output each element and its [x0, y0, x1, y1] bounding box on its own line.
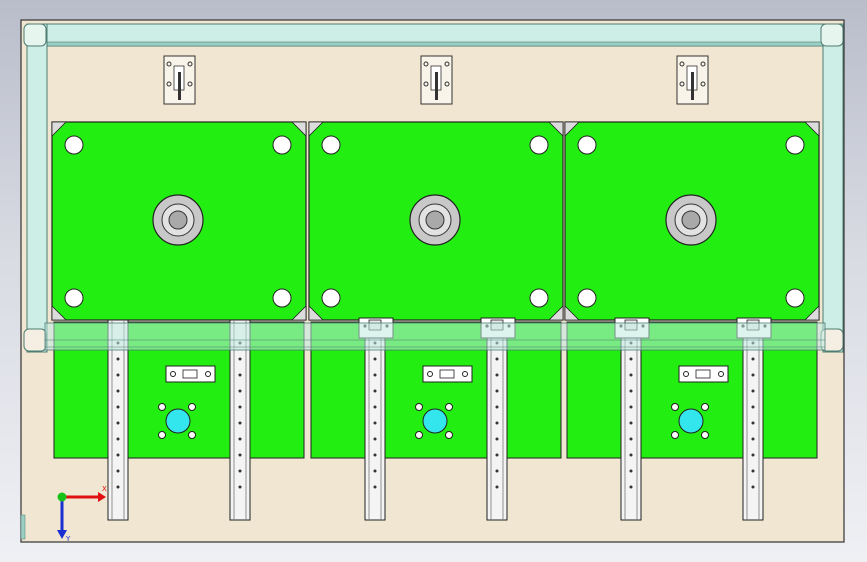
mount-hole: [785, 288, 805, 308]
mount-hole: [577, 135, 597, 155]
coolant-port: [678, 408, 704, 434]
mount-hole: [529, 135, 549, 155]
assembly-drawing[interactable]: X Y: [0, 0, 867, 562]
right-post: [822, 23, 844, 353]
mount-hole: [272, 135, 292, 155]
mount-hole: [321, 135, 341, 155]
mount-hole: [64, 288, 84, 308]
mount-hole: [64, 135, 84, 155]
axis-x-label: X: [102, 485, 107, 493]
mount-hole: [321, 288, 341, 308]
module-right[interactable]: [564, 55, 820, 521]
coolant-port: [422, 408, 448, 434]
mount-hole: [577, 288, 597, 308]
mount-hole: [529, 288, 549, 308]
mount-hole: [785, 135, 805, 155]
module-left[interactable]: [51, 55, 307, 521]
left-post: [26, 23, 48, 353]
cad-viewport[interactable]: X Y: [0, 0, 867, 562]
mount-hole: [272, 288, 292, 308]
axis-y-label: Y: [65, 535, 71, 543]
mid-crossbar: [44, 322, 826, 351]
coolant-port: [165, 408, 191, 434]
module-center[interactable]: [308, 55, 564, 521]
